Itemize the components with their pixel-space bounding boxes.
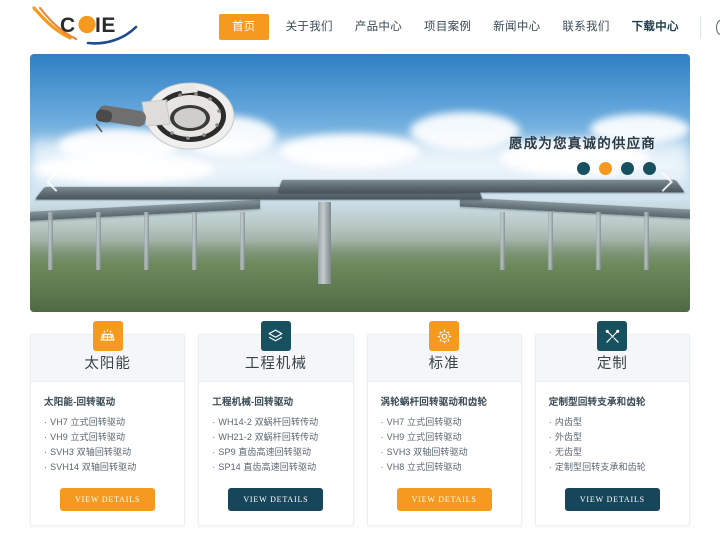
- card-button-wrap: VIEW DETAILS: [381, 488, 508, 511]
- svg-text:IE: IE: [95, 14, 116, 37]
- nav-item-downloads[interactable]: 下载中心: [621, 0, 690, 54]
- list-item[interactable]: WH14-2 双蜗杆回转传动: [212, 415, 339, 430]
- card-product-list: VH7 立式回转驱动 VH9 立式回转驱动 SVH3 双轴回转驱动 SVH14 …: [44, 415, 171, 475]
- card-product-list: VH7 立式回转驱动 VH9 立式回转驱动 SVH3 双轴回转驱动 VH8 立式…: [381, 415, 508, 475]
- solar-panel-main-2: [277, 179, 685, 193]
- nav-item-contact[interactable]: 联系我们: [551, 0, 620, 54]
- hero-carousel[interactable]: 愿成为您真诚的供应商: [30, 54, 690, 312]
- slew-drive-product-image: [95, 82, 235, 150]
- hero-section: 愿成为您真诚的供应商: [0, 54, 720, 312]
- card-title: 标准: [428, 356, 460, 372]
- carousel-prev-button[interactable]: [44, 166, 66, 200]
- main-navigation: 首页 关于我们 产品中心 项目案例 新闻中心 联系我们 下载中心: [219, 0, 690, 54]
- card-subtitle: 定制型回转支承和齿轮: [548, 397, 646, 408]
- logo-mark: C IE: [32, 6, 138, 45]
- list-item[interactable]: SVH3 双轴回转驱动: [44, 445, 171, 460]
- list-item[interactable]: 无齿型: [549, 445, 676, 460]
- card-standard[interactable]: 标准 涡轮蜗杆回转驱动和齿轮 VH7 立式回转驱动 VH9 立式回转驱动 SVH…: [366, 321, 522, 526]
- card-title: 工程机械: [244, 356, 307, 372]
- card-title: 定制: [596, 356, 628, 372]
- list-item[interactable]: VH9 立式回转驱动: [44, 430, 171, 445]
- card-body-engineering: 工程机械-回转驱动 WH14-2 双蜗杆回转传动 WH21-2 双蜗杆回转传动 …: [199, 382, 352, 511]
- carousel-dot-1[interactable]: [577, 162, 590, 175]
- card-body-standard: 涡轮蜗杆回转驱动和齿轮 VH7 立式回转驱动 VH9 立式回转驱动 SVH3 双…: [368, 382, 521, 511]
- card-subtitle: 太阳能-回转驱动: [44, 397, 116, 408]
- card-custom[interactable]: 定制 定制型回转支承和齿轮 内齿型 外齿型 无齿型 定制型回转支承和齿轮 VIE…: [534, 321, 690, 526]
- solar-post-9: [644, 212, 649, 270]
- list-item[interactable]: 定制型回转支承和齿轮: [549, 460, 676, 475]
- gear-icon: [429, 321, 460, 351]
- card-engineering-machinery[interactable]: 工程机械 工程机械-回转驱动 WH14-2 双蜗杆回转传动 WH21-2 双蜗杆…: [198, 321, 354, 526]
- list-item[interactable]: 内齿型: [549, 415, 676, 430]
- list-item[interactable]: VH7 立式回转驱动: [381, 415, 508, 430]
- carousel-dot-2[interactable]: [599, 162, 612, 175]
- list-item[interactable]: SP14 直齿高速回转驱动: [212, 460, 339, 475]
- card-button-wrap: VIEW DETAILS: [212, 488, 339, 511]
- card-subtitle: 工程机械-回转驱动: [212, 397, 294, 408]
- solar-post-3: [144, 212, 149, 270]
- list-item[interactable]: WH21-2 双蜗杆回转传动: [212, 430, 339, 445]
- card-product-list: 内齿型 外齿型 无齿型 定制型回转支承和齿轮: [549, 415, 676, 475]
- solar-post-2: [96, 212, 101, 270]
- solar-post-5: [240, 212, 245, 270]
- logo[interactable]: C IE: [0, 0, 144, 54]
- chevron-right-icon: [653, 172, 673, 192]
- list-item[interactable]: 外齿型: [549, 430, 676, 445]
- card-subtitle: 涡轮蜗杆回转驱动和齿轮: [380, 397, 488, 408]
- solar-post-6: [500, 212, 505, 270]
- hero-slogan: 愿成为您真诚的供应商: [509, 136, 656, 151]
- card-product-list: WH14-2 双蜗杆回转传动 WH21-2 双蜗杆回转传动 SP9 直齿高速回转…: [212, 415, 339, 475]
- chevron-left-icon: [46, 172, 66, 192]
- list-item[interactable]: VH8 立式回转驱动: [381, 460, 508, 475]
- tools-icon: [597, 321, 628, 351]
- solar-panel-far-2: [460, 197, 690, 220]
- carousel-dot-3[interactable]: [621, 162, 634, 175]
- layers-icon: [260, 321, 291, 351]
- list-item[interactable]: VH7 立式回转驱动: [44, 415, 171, 430]
- list-item[interactable]: SVH14 双轴回转驱动: [44, 460, 171, 475]
- cloud-3: [280, 134, 420, 168]
- nav-item-news[interactable]: 新闻中心: [482, 0, 551, 54]
- solar-post-main: [318, 202, 331, 284]
- view-details-button[interactable]: VIEW DETAILS: [396, 488, 492, 511]
- list-item[interactable]: SVH3 双轴回转驱动: [381, 445, 508, 460]
- view-details-button[interactable]: VIEW DETAILS: [564, 488, 660, 511]
- solar-panel-icon: [92, 321, 123, 351]
- svg-text:C: C: [60, 14, 76, 37]
- list-item[interactable]: VH9 立式回转驱动: [381, 430, 508, 445]
- category-cards: 太阳能 太阳能-回转驱动 VH7 立式回转驱动 VH9 立式回转驱动 SVH3 …: [0, 312, 720, 526]
- carousel-dots: [577, 162, 656, 175]
- view-details-button[interactable]: VIEW DETAILS: [228, 488, 324, 511]
- list-item[interactable]: SP9 直齿高速回转驱动: [212, 445, 339, 460]
- nav-item-about[interactable]: 关于我们: [275, 0, 344, 54]
- carousel-next-button[interactable]: [653, 166, 676, 200]
- card-solar[interactable]: 太阳能 太阳能-回转驱动 VH7 立式回转驱动 VH9 立式回转驱动 SVH3 …: [30, 321, 186, 526]
- header-utilities: 英文站 在线咨询: [690, 0, 720, 54]
- card-body-solar: 太阳能-回转驱动 VH7 立式回转驱动 VH9 立式回转驱动 SVH3 双轴回转…: [31, 382, 184, 511]
- search-icon[interactable]: [716, 19, 720, 35]
- solar-post-7: [548, 212, 553, 270]
- cloud-4: [410, 112, 520, 150]
- hero-ground: [30, 240, 690, 312]
- nav-item-products[interactable]: 产品中心: [344, 0, 413, 54]
- card-body-custom: 定制型回转支承和齿轮 内齿型 外齿型 无齿型 定制型回转支承和齿轮 VIEW D…: [536, 382, 689, 511]
- nav-item-cases[interactable]: 项目案例: [413, 0, 482, 54]
- view-details-button[interactable]: VIEW DETAILS: [60, 488, 156, 511]
- solar-post-1: [48, 212, 53, 270]
- card-button-wrap: VIEW DETAILS: [44, 488, 171, 511]
- solar-post-4: [192, 212, 197, 270]
- site-header: C IE 首页 关于我们 产品中心 项目案例 新闻中心 联系我们 下载中心 英文…: [0, 0, 720, 54]
- header-divider-left: [699, 16, 701, 38]
- solar-post-8: [596, 212, 601, 270]
- card-title: 太阳能: [84, 356, 131, 372]
- nav-item-home[interactable]: 首页: [219, 14, 269, 40]
- card-button-wrap: VIEW DETAILS: [549, 488, 676, 511]
